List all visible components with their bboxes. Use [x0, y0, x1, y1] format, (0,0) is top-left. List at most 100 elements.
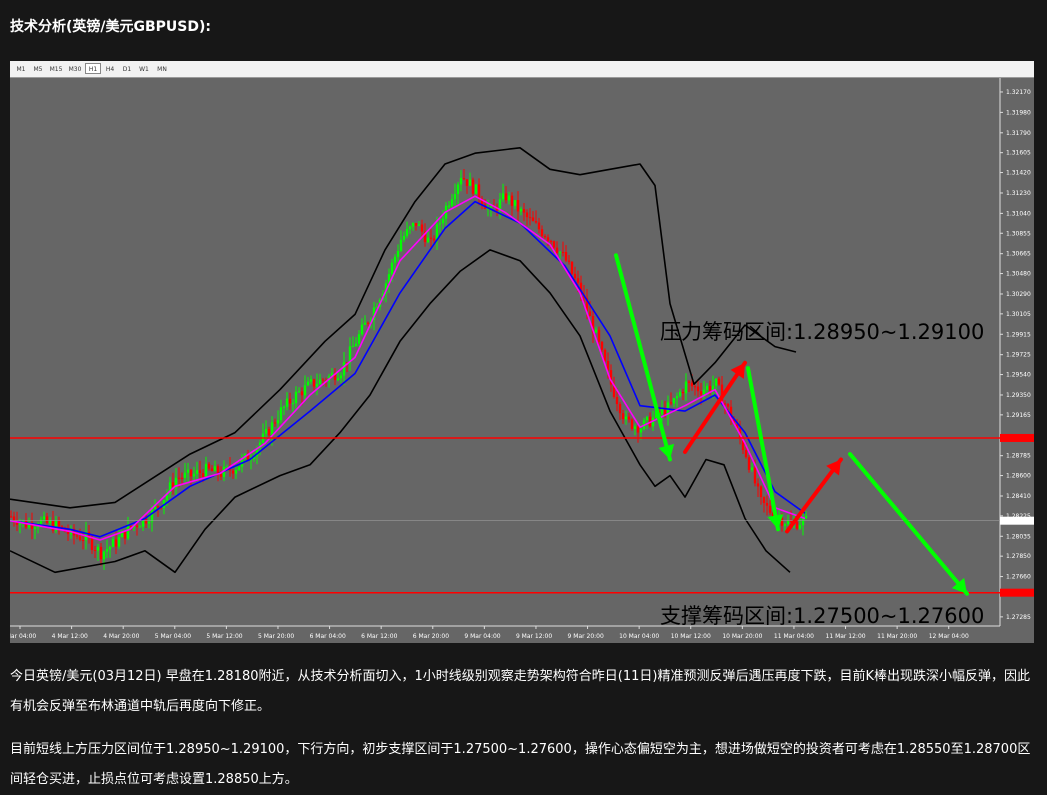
- candle-body: [417, 224, 421, 226]
- x-tick-label: 5 Mar 04:00: [155, 633, 191, 640]
- x-tick-label: 5 Mar 12:00: [206, 633, 242, 640]
- candle-body: [603, 349, 607, 362]
- candle-body: [477, 184, 481, 199]
- candle-body: [351, 346, 355, 348]
- x-tick-label: 6 Mar 12:00: [361, 633, 397, 640]
- y-tick-label: 1.29165: [1006, 412, 1031, 419]
- candle-body: [744, 449, 748, 458]
- candle-body: [102, 551, 106, 560]
- candle-body: [621, 413, 625, 420]
- candle-body: [660, 408, 664, 415]
- candle-body: [543, 235, 547, 238]
- candle-body: [99, 546, 103, 560]
- candle-body: [522, 208, 526, 213]
- candle-body: [147, 521, 151, 524]
- candle-body: [198, 470, 202, 474]
- candle-body: [45, 516, 49, 523]
- candle-body: [597, 329, 601, 342]
- candle-body: [414, 222, 418, 226]
- y-tick-label: 1.30665: [1006, 251, 1031, 258]
- candle-body: [117, 537, 121, 547]
- level-price-marker: [1000, 588, 1034, 597]
- candle-body: [81, 539, 85, 541]
- y-tick-label: 1.31230: [1006, 190, 1031, 197]
- candle-body: [363, 322, 367, 325]
- candle-body: [42, 516, 46, 520]
- candle-body: [75, 535, 79, 537]
- timeframe-button-h4[interactable]: H4: [102, 63, 118, 74]
- candle-body: [618, 404, 622, 414]
- timeframe-button-m5[interactable]: M5: [30, 63, 46, 74]
- candle-body: [615, 396, 619, 405]
- candle-body: [354, 343, 358, 347]
- chart-container: M1 M5 M15 M30 H1 H4 D1 W1 MN 1.32170 1.31980 1.317…: [10, 61, 1034, 643]
- candle-body: [108, 546, 112, 550]
- y-tick-label: 1.30480: [1006, 271, 1031, 278]
- candle-body: [342, 362, 346, 376]
- candle-body: [555, 247, 559, 253]
- timeframe-button-mn[interactable]: MN: [153, 63, 171, 74]
- candle-body: [135, 525, 139, 528]
- x-tick-label: 11 Mar 12:00: [826, 633, 866, 640]
- candle-body: [231, 470, 235, 474]
- candle-body: [294, 391, 298, 404]
- y-tick-label: 1.30290: [1006, 291, 1031, 298]
- candle-body: [627, 416, 631, 420]
- timeframe-button-w1[interactable]: W1: [136, 63, 152, 74]
- candle-body: [306, 381, 310, 386]
- candle-body: [150, 509, 154, 522]
- timeframe-button-h1[interactable]: H1: [85, 63, 101, 74]
- candle-body: [489, 206, 493, 208]
- candle-body: [195, 470, 199, 474]
- candle-body: [48, 520, 52, 523]
- candle-body: [300, 391, 304, 396]
- plot-area: [10, 78, 1000, 626]
- candle-body: [186, 469, 190, 473]
- candle-body: [462, 178, 466, 180]
- y-tick-label: 1.29540: [1006, 372, 1031, 379]
- candle-body: [426, 237, 430, 243]
- y-tick-label: 1.28600: [1006, 473, 1031, 480]
- candle-body: [432, 238, 436, 241]
- candle-body: [219, 474, 223, 477]
- candle-body: [756, 483, 760, 487]
- candle-body: [10, 516, 13, 518]
- y-tick-label: 1.31605: [1006, 150, 1031, 157]
- y-tick-label: 1.28035: [1006, 533, 1031, 540]
- timeframe-toolbar: M1 M5 M15 M30 H1 H4 D1 W1 MN: [10, 61, 1034, 78]
- candle-body: [411, 222, 415, 227]
- candle-body: [441, 218, 445, 224]
- x-tick-label: 4 Mar 20:00: [103, 633, 139, 640]
- article-heading: 技术分析(英镑/美元GBPUSD):: [10, 19, 212, 35]
- candle-body: [717, 378, 721, 385]
- analysis-paragraph-1: 今日英镑/美元(03月12日) 早盘在1.28180附近，从技术分析面切入，1小…: [10, 669, 1030, 714]
- candle-body: [405, 229, 409, 236]
- candle-body: [552, 241, 556, 248]
- candle-body: [600, 341, 604, 350]
- timeframe-button-d1[interactable]: D1: [119, 63, 135, 74]
- timeframe-button-m30[interactable]: M30: [66, 63, 84, 74]
- candle-body: [213, 466, 217, 472]
- x-tick-label: 4 Mar 12:00: [52, 633, 88, 640]
- candle-body: [681, 391, 685, 394]
- candle-body: [690, 382, 694, 387]
- level-price-marker: [1000, 433, 1034, 442]
- timeframe-button-m15[interactable]: M15: [47, 63, 65, 74]
- x-tick-label: 6 Mar 20:00: [413, 633, 449, 640]
- candle-body: [675, 396, 679, 399]
- candle-body: [267, 428, 271, 436]
- candle-body: [525, 212, 529, 218]
- timeframe-button-m1[interactable]: M1: [13, 63, 29, 74]
- candle-body: [237, 466, 241, 471]
- candle-body: [429, 237, 433, 239]
- candle-body: [636, 426, 640, 433]
- candle-body: [270, 422, 274, 436]
- y-tick-label: 1.31790: [1006, 130, 1031, 137]
- y-tick-label: 1.30105: [1006, 311, 1031, 318]
- candle-body: [234, 470, 238, 474]
- candle-body: [672, 398, 676, 404]
- candle-body: [156, 506, 160, 508]
- candle-body: [210, 468, 214, 472]
- candle-body: [66, 531, 70, 535]
- candle-body: [504, 193, 508, 201]
